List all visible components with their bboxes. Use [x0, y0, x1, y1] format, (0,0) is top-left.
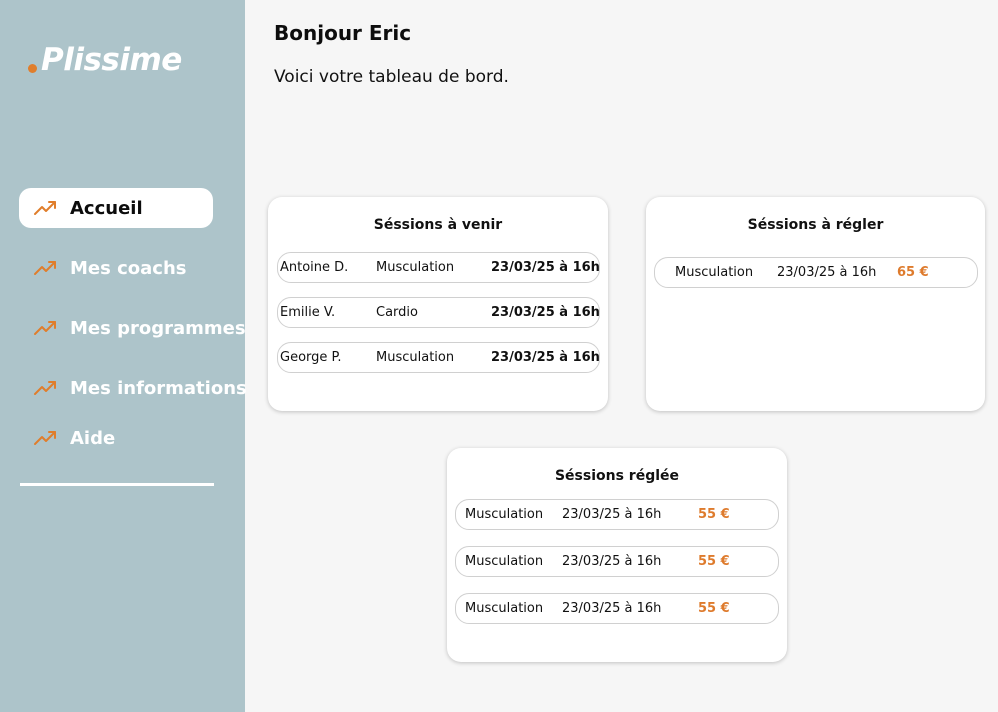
page-subtitle: Voici votre tableau de bord. [274, 67, 509, 87]
activity-name: Musculation [465, 554, 544, 569]
sidebar-item-label: Accueil [70, 197, 143, 219]
session-price: 55 € [698, 554, 730, 569]
upcoming-sessions-card: Séssions à venir Antoine D. Musculation … [268, 197, 608, 411]
sidebar: Plissime Accueil Mes coachs Mes programm… [0, 0, 247, 712]
session-date: 23/03/25 à 16h [562, 507, 662, 522]
session-price: 55 € [698, 601, 730, 616]
paid-sessions-card: Séssions réglée Musculation 23/03/25 à 1… [447, 448, 787, 662]
session-date: 23/03/25 à 16h [491, 350, 600, 365]
sessions-to-pay-card: Séssions à régler Musculation 23/03/25 à… [646, 197, 985, 411]
session-date: 23/03/25 à 16h [777, 265, 877, 280]
activity-name: Musculation [675, 265, 754, 280]
sidebar-item-label: Aide [70, 427, 116, 449]
trending-up-icon [34, 201, 56, 215]
card-title: Séssions réglée [554, 468, 680, 484]
sidebar-item-mes-informations[interactable]: Mes informations [19, 368, 251, 408]
brand-name: Plissime [41, 42, 182, 78]
session-row[interactable]: George P. Musculation 23/03/25 à 16h [277, 342, 600, 373]
session-date: 23/03/25 à 16h [562, 554, 662, 569]
payment-row[interactable]: Musculation 23/03/25 à 16h 55 € [455, 499, 779, 530]
activity-name: Cardio [376, 305, 418, 320]
coach-name: Antoine D. [280, 260, 349, 275]
card-title: Séssions à régler [747, 217, 884, 233]
activity-name: Musculation [465, 601, 544, 616]
coach-name: Emilie V. [280, 305, 336, 320]
trending-up-icon [34, 321, 56, 335]
sidebar-divider [20, 483, 214, 486]
payment-row[interactable]: Musculation 23/03/25 à 16h 55 € [455, 546, 779, 577]
payment-row[interactable]: Musculation 23/03/25 à 16h 65 € [654, 257, 978, 288]
session-price: 55 € [698, 507, 730, 522]
brand-logo[interactable]: Plissime [28, 42, 182, 78]
session-price: 65 € [897, 265, 929, 280]
trending-up-icon [34, 431, 56, 445]
payment-row[interactable]: Musculation 23/03/25 à 16h 55 € [455, 593, 779, 624]
page-title: Bonjour Eric [274, 21, 412, 45]
activity-name: Musculation [376, 260, 455, 275]
sidebar-item-aide[interactable]: Aide [19, 418, 251, 458]
sidebar-item-accueil[interactable]: Accueil [19, 188, 213, 228]
session-date: 23/03/25 à 16h [491, 305, 600, 320]
session-date: 23/03/25 à 16h [491, 260, 600, 275]
session-row[interactable]: Antoine D. Musculation 23/03/25 à 16h [277, 252, 600, 283]
sidebar-item-mes-programmes[interactable]: Mes programmes [19, 308, 251, 348]
sidebar-item-label: Mes programmes [70, 317, 246, 339]
logo-dot-icon [28, 64, 37, 73]
activity-name: Musculation [465, 507, 544, 522]
trending-up-icon [34, 261, 56, 275]
coach-name: George P. [280, 350, 342, 365]
sidebar-item-label: Mes informations [70, 377, 247, 399]
sidebar-item-label: Mes coachs [70, 257, 187, 279]
activity-name: Musculation [376, 350, 455, 365]
trending-up-icon [34, 381, 56, 395]
sidebar-item-mes-coachs[interactable]: Mes coachs [19, 248, 251, 288]
card-title: Séssions à venir [373, 217, 503, 233]
session-date: 23/03/25 à 16h [562, 601, 662, 616]
session-row[interactable]: Emilie V. Cardio 23/03/25 à 16h [277, 297, 600, 328]
